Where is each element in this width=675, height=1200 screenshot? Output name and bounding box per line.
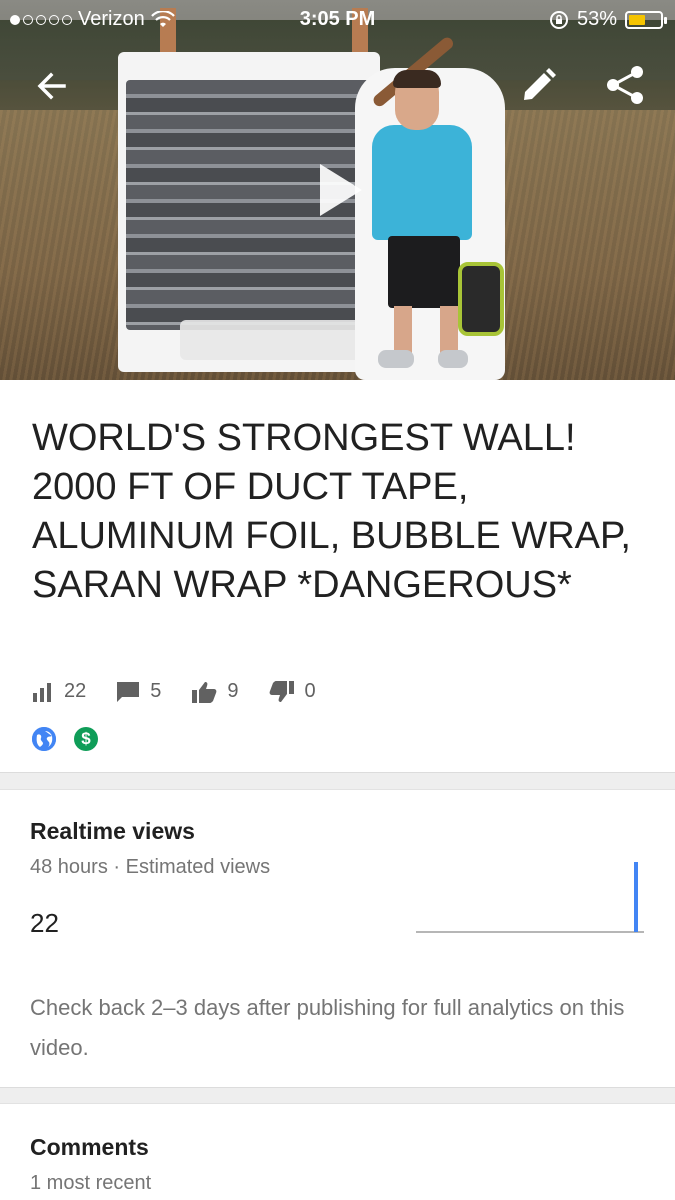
person-shirt [372,125,472,240]
realtime-title: Realtime views [30,818,195,844]
pencil-icon[interactable] [518,66,558,106]
battery-icon [625,10,667,29]
likes-stat: 9 [191,680,239,703]
person-hair [393,70,441,88]
status-right: 53% [549,8,667,31]
video-stats: 22 5 9 0 [32,680,346,703]
rotation-lock-icon [549,10,568,29]
comments-count: 5 [150,680,162,702]
views-stat: 22 [32,680,86,703]
play-icon[interactable] [318,162,364,218]
thumbs-up-icon [192,681,217,703]
share-icon[interactable] [604,64,646,106]
wall-tarp [180,320,380,360]
realtime-value: 22 [30,908,59,938]
globe-icon [32,727,56,751]
comments-title: Comments [30,1134,149,1160]
arrow-left-icon[interactable] [32,66,72,106]
views-count: 22 [64,680,87,702]
likes-count: 9 [227,680,239,702]
realtime-sparkline [416,862,644,933]
person-shorts [388,236,460,308]
video-title: WORLD'S STRONGEST WALL! 2000 FT OF DUCT … [32,417,631,606]
comments-stat: 5 [116,680,161,703]
realtime-note: Check back 2–3 days after publishing for… [30,995,625,1060]
bar-chart-icon [33,682,51,702]
video-badges: $ [32,727,98,751]
realtime-subtitle: 48 hours · Estimated views [30,856,271,878]
person-leg-right [440,306,458,354]
comment-icon [117,681,140,702]
video-details-card: WORLD'S STRONGEST WALL! 2000 FT OF DUCT … [0,380,675,773]
person-shoe-right [438,350,468,368]
video-thumbnail[interactable] [0,0,675,380]
status-bar: Verizon 3:05 PM 53% [0,0,675,38]
screen: Verizon 3:05 PM 53% WORLD'S STRONGEST WA… [0,0,675,1200]
battery-percent: 53% [576,8,617,30]
leaf-blower [458,262,504,336]
dislikes-count: 0 [304,680,316,702]
person-shoe-left [378,350,414,368]
dislikes-stat: 0 [269,680,316,703]
realtime-views-card[interactable]: Realtime views 48 hours · Estimated view… [0,789,675,1088]
dollar-icon: $ [74,727,98,751]
thumbs-down-icon [269,680,294,702]
person-leg-left [394,306,412,354]
battery-level [629,14,645,25]
comments-subtitle: 1 most recent [30,1172,152,1194]
comments-card[interactable]: Comments 1 most recent [0,1103,675,1200]
